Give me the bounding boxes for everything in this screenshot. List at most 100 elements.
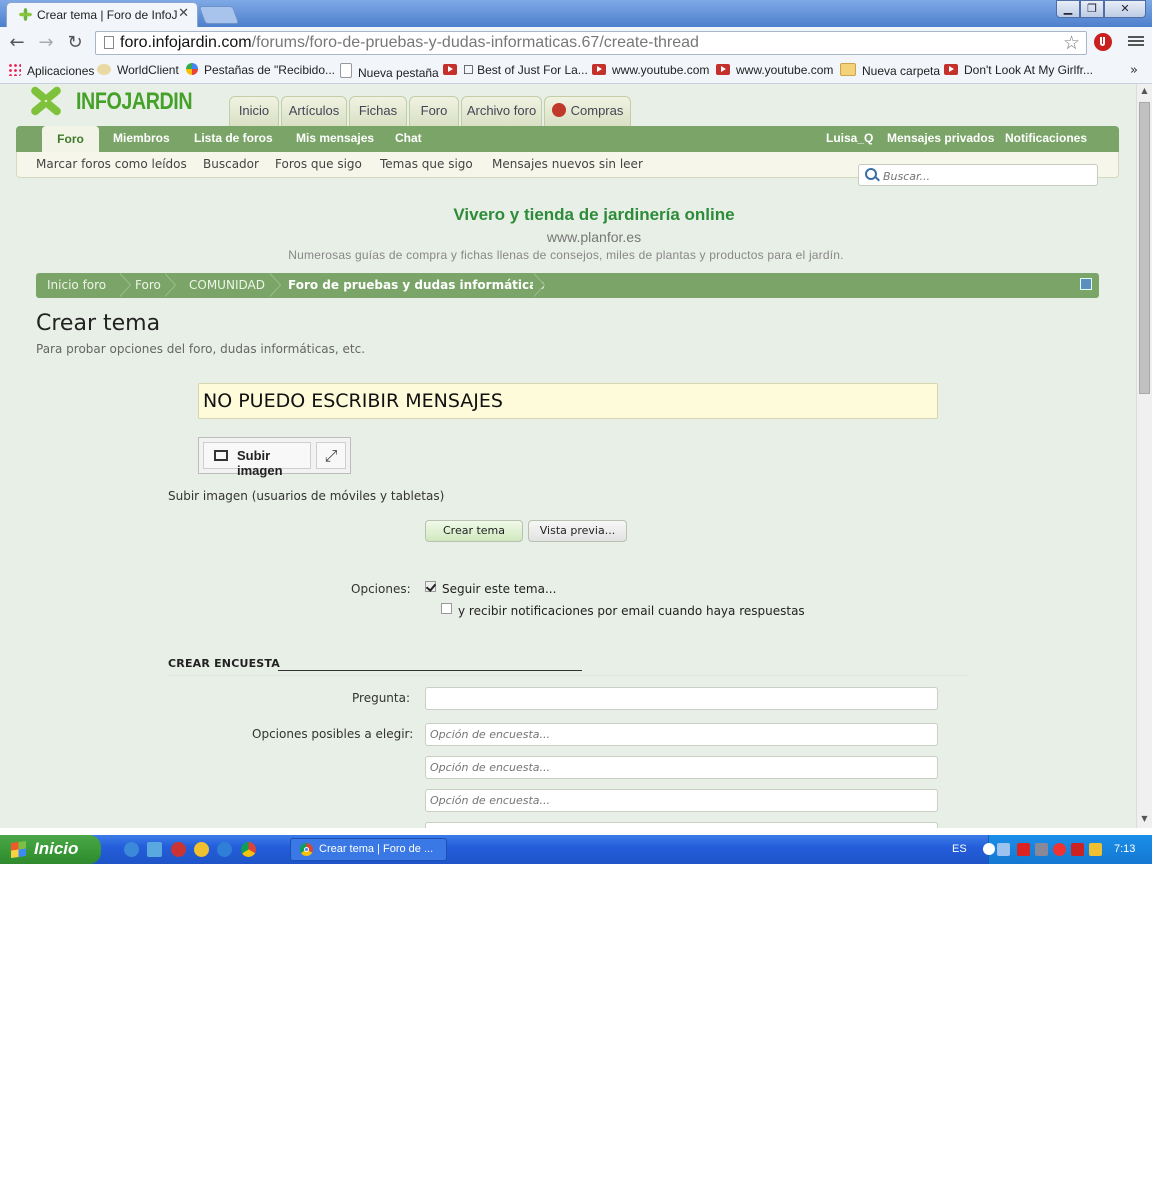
ad-title[interactable]: Vivero y tienda de jardinería online xyxy=(0,205,1136,225)
bookmarks-overflow-icon[interactable]: » xyxy=(1130,63,1138,78)
bookmark-item[interactable]: ☐ Best of Just For La... xyxy=(443,63,588,77)
bookmark-star-icon[interactable]: ☆ xyxy=(1063,32,1080,54)
bookmark-item[interactable]: Pestañas de "Recibido... xyxy=(186,63,335,77)
network-icon[interactable] xyxy=(997,843,1010,856)
tray-expand-icon[interactable] xyxy=(983,843,995,855)
bookmark-item[interactable]: WorldClient xyxy=(97,63,179,77)
top-tab-inicio[interactable]: Inicio xyxy=(229,96,279,126)
bookmark-item[interactable]: Don't Look At My Girlfr... xyxy=(944,63,1093,77)
top-tab-archivo-foro[interactable]: Archivo foro xyxy=(461,96,542,126)
upload-image-label: Subir imagen xyxy=(237,448,283,478)
top-tab-foro[interactable]: Foro xyxy=(409,96,459,126)
subnav-search[interactable]: Buscador xyxy=(203,157,259,171)
tab-strip: Crear tema | Foro de InfoJardín ✕ ▁ ❐ ✕ xyxy=(0,0,1152,27)
top-tab-fichas[interactable]: Fichas xyxy=(349,96,407,126)
bookmark-label: www.youtube.com xyxy=(612,63,710,77)
youtube-icon xyxy=(716,64,730,75)
preview-button[interactable]: Vista previa... xyxy=(528,520,627,542)
quicklaunch-media-icon[interactable] xyxy=(194,842,209,857)
back-arrow-icon[interactable]: ← xyxy=(5,31,29,55)
create-thread-button[interactable]: Crear tema xyxy=(425,520,523,542)
search-input[interactable] xyxy=(881,167,1095,185)
poll-question-input[interactable] xyxy=(425,687,938,710)
subnav-new-posts[interactable]: Mensajes nuevos sin leer xyxy=(492,157,643,171)
follow-thread-label[interactable]: Seguir este tema... xyxy=(442,582,556,596)
nav-tab-miembros[interactable]: Miembros xyxy=(113,131,170,145)
scrollbar-thumb[interactable] xyxy=(1139,102,1150,394)
forward-arrow-icon[interactable]: → xyxy=(34,31,58,55)
breadcrumb-item[interactable]: Foro xyxy=(135,278,161,292)
bookmark-item[interactable]: Aplicaciones xyxy=(8,63,94,78)
chrome-menu-icon[interactable] xyxy=(1128,34,1144,50)
site-logo[interactable]: INFOJARDIN xyxy=(20,84,200,124)
nav-tab-foro[interactable]: Foro xyxy=(42,126,99,154)
poll-option-input[interactable] xyxy=(425,756,938,779)
taskbar-chrome-task[interactable]: Crear tema | Foro de ... xyxy=(290,838,447,861)
quicklaunch-ie-icon[interactable] xyxy=(217,842,232,857)
infojardin-favicon-icon xyxy=(19,8,32,21)
thread-title-input[interactable] xyxy=(198,383,938,419)
reload-icon[interactable]: ↻ xyxy=(63,31,87,55)
opera-icon[interactable] xyxy=(1053,843,1066,856)
subnav-mark-read[interactable]: Marcar foros como leídos xyxy=(36,157,187,171)
top-tab-compras[interactable]: Compras xyxy=(544,96,631,126)
ati-icon[interactable] xyxy=(1017,843,1030,856)
adblock-extension-icon[interactable] xyxy=(1094,33,1112,51)
poll-option-input[interactable] xyxy=(425,822,938,828)
quicklaunch-chrome-icon[interactable] xyxy=(241,842,256,857)
email-notify-label[interactable]: y recibir notificaciones por email cuand… xyxy=(458,604,805,618)
page-title: Crear tema xyxy=(36,311,161,336)
nav-private-messages[interactable]: Mensajes privados xyxy=(887,131,994,145)
upload-image-button[interactable]: Subir imagen xyxy=(203,442,311,478)
nav-tab-lista-de-foros[interactable]: Lista de foros xyxy=(194,131,273,145)
antivirus-icon[interactable] xyxy=(1071,843,1084,856)
nav-user-link[interactable]: Luisa_Q xyxy=(826,131,873,145)
breadcrumb-separator xyxy=(164,273,177,298)
bookmark-item[interactable]: Nueva carpeta xyxy=(840,63,940,78)
quicklaunch-app-icon[interactable] xyxy=(171,842,186,857)
nav-notifications[interactable]: Notificaciones xyxy=(1005,131,1087,145)
breadcrumb-item[interactable]: Inicio foro xyxy=(47,278,106,292)
subnav-followed-forums[interactable]: Foros que sigo xyxy=(275,157,362,171)
bookmark-item[interactable]: www.youtube.com xyxy=(716,63,833,77)
poll-option-input[interactable] xyxy=(425,723,938,746)
permalink-icon[interactable] xyxy=(1080,278,1092,290)
address-bar[interactable]: foro.infojardin.com/forums/foro-de-prueb… xyxy=(95,31,1087,55)
apps-icon xyxy=(8,63,21,76)
browser-tab-active[interactable]: Crear tema | Foro de InfoJardín ✕ xyxy=(6,2,198,27)
bookmark-item[interactable]: Nueva pestaña xyxy=(340,63,439,80)
window-close-button[interactable]: ✕ xyxy=(1104,0,1146,18)
scroll-down-icon[interactable]: ▼ xyxy=(1137,814,1152,823)
ad-url[interactable]: www.planfor.es xyxy=(0,229,1136,245)
quicklaunch-desktop-icon[interactable] xyxy=(147,842,162,857)
subnav-followed-threads[interactable]: Temas que sigo xyxy=(380,157,473,171)
browser-toolbar: ← → ↻ foro.infojardin.com/forums/foro-de… xyxy=(0,27,1152,59)
new-tab-button[interactable] xyxy=(198,6,240,24)
breadcrumb-current[interactable]: Foro de pruebas y dudas informáticas xyxy=(288,278,544,292)
tab-close-icon[interactable]: ✕ xyxy=(178,6,189,21)
window-restore-button[interactable]: ❐ xyxy=(1080,0,1104,18)
bookmark-label: Aplicaciones xyxy=(27,64,95,78)
email-notify-checkbox[interactable] xyxy=(441,603,452,614)
language-indicator[interactable]: ES xyxy=(952,843,967,855)
breadcrumb-item[interactable]: COMUNIDAD xyxy=(189,278,265,292)
quicklaunch-ie-icon[interactable] xyxy=(124,842,139,857)
logo-text: INFOJARDIN xyxy=(76,88,193,115)
window-minimize-button[interactable]: ▁ xyxy=(1056,0,1080,18)
upload-mobile-link[interactable]: Subir imagen (usuarios de móviles y tabl… xyxy=(168,489,444,503)
security-alert-icon[interactable] xyxy=(1089,843,1102,856)
nav-tab-chat[interactable]: Chat xyxy=(395,131,422,145)
page-scrollbar[interactable]: ▲ ▼ xyxy=(1136,84,1152,828)
bookmark-label: WorldClient xyxy=(117,63,179,77)
top-tab-articulos[interactable]: Artículos xyxy=(281,96,347,126)
poll-option-input[interactable] xyxy=(425,789,938,812)
start-button[interactable]: Inicio xyxy=(0,835,101,864)
scroll-up-icon[interactable]: ▲ xyxy=(1137,86,1152,95)
tray-app-icon[interactable] xyxy=(1035,843,1048,856)
bookmark-item[interactable]: www.youtube.com xyxy=(592,63,709,77)
expand-editor-icon[interactable]: ⤢ xyxy=(316,442,346,469)
search-box[interactable] xyxy=(858,164,1098,186)
follow-thread-checkbox[interactable] xyxy=(425,581,436,592)
page-icon xyxy=(340,63,352,78)
nav-tab-mis-mensajes[interactable]: Mis mensajes xyxy=(296,131,374,145)
